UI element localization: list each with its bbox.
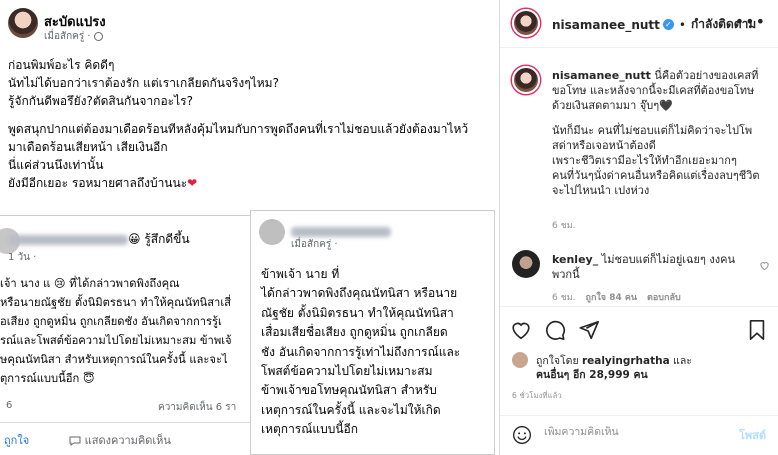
shot1-line: ษคุณนัทนิสา สำหรับเหตุการณ์ในครั้งนี้ แล… — [0, 353, 228, 366]
fb-text-line: รู้จักกันดีพอรึยัง?ตัดสินกันจากอะไร? — [8, 94, 193, 108]
shot2-line: ได้กล่าวพาดพิงถึงคุณนัทนิสา หรือนาย — [261, 286, 458, 301]
liked-by-count: คนอื่นๆ อีก 28,999 คน — [536, 366, 648, 383]
others-count[interactable]: คนอื่นๆ อีก 28,999 คน — [536, 369, 648, 381]
apology-screenshot-2: เมื่อสักครู่ · ข้าพเจ้า นาย ที่ ได้กล่าว… — [250, 210, 495, 455]
shot2-line: เสื่อมเสียชื่อเสียง ถูกดูหมิ่น ถูกเกลียด — [261, 325, 448, 340]
caption-line: สด่าหรือเจอหน้าต้องดี — [552, 139, 656, 152]
globe-icon — [93, 32, 103, 41]
reply-button[interactable]: ตอบกลับ — [647, 290, 681, 304]
shot2-line: เหตุการณ์ในครั้งนี้ และจะไม่ให้เกิด — [261, 402, 441, 417]
comment-bubble-icon — [69, 436, 81, 446]
commenter-avatar[interactable] — [512, 250, 540, 278]
shot1-line: รณ์และโพสต์ข้อความไปโดยไม่เหมาะสม ข้าพเจ… — [0, 334, 232, 347]
comment-input[interactable] — [544, 426, 724, 438]
shot2-line: ข้าพเจ้าขอโทษคุณนัทนิสา สำหรับ — [261, 383, 437, 398]
shot2-text: ข้าพเจ้า นาย ที่ ได้กล่าวพาดพิงถึงคุณนัท… — [261, 265, 493, 440]
caption-line: ขอโทษ และหลังจากนี้จะมีเคสที่ต้องขอโทษ — [552, 84, 755, 97]
comment-like-icon[interactable] — [759, 260, 770, 274]
shot2-line: โพสต์ข้อความไปโดยไม่เหมาะสม — [261, 364, 433, 379]
shot1-reaction-count: 6 — [6, 400, 13, 411]
post-image: สะบัดแปรง เมื่อสักครู่ · ก่อนพิมพ์อะไร ค… — [0, 0, 500, 455]
shot1-line: หรือนายณัฐชัย ตั้งนิมิตรธนา ทำให้คุณนัทน… — [0, 296, 231, 309]
caption-line: จะไปไหนนำ เปงห่วง — [552, 184, 650, 197]
fb-text-line: ยังมีอีกเยอะ รอหมายศาลถึงบ้านนะ❤ — [8, 176, 198, 190]
shot2-line: ข้าพเจ้า นาย ที่ — [261, 267, 340, 281]
caption-line: คนที่วันๆนั่งด่าคนอื่นหรือคิดแต่เรื่องลบ… — [552, 169, 760, 182]
shot2-line: ณัฐชัย ตั้งนิมิตรธนา ทำให้คุณนัทนิสา — [261, 305, 454, 320]
add-comment-bar: โพสต์ — [500, 415, 778, 455]
shot2-line: เหตุการณ์แบบนี้อีก — [261, 422, 359, 437]
fb-text-line: พูดสนุกปากแต่ต้องมาเดือดร้อนทีหลังคุ้มไห… — [8, 122, 469, 136]
shot1-comment-count: ความคิดเห็น 6 รา — [158, 402, 237, 413]
shot2-time: เมื่อสักครู่ · — [291, 239, 338, 250]
shot1-line: เจ้า นาง แ 😢 ที่ได้กล่าวพาดพิงถึงคุณ — [0, 277, 180, 290]
caption-username[interactable]: nisamanee_nutt — [552, 69, 651, 82]
author-avatar[interactable] — [512, 9, 540, 37]
post-timestamp: 6 ชั่วโมงที่แล้ว — [512, 391, 562, 400]
author-line: nisamanee_nutt ✓ • กำลังติดตาม — [552, 15, 756, 34]
comment-line: kenley_ ไม่ชอบแต่ก็ไม่อยู่เฉยๆ งงคน — [552, 253, 736, 266]
commenter-username[interactable]: kenley_ — [552, 253, 598, 266]
caption-line: เพราะชีวิตเรามีอะไรให้ทำอีกเยอะมากๆ — [552, 154, 737, 167]
caption-text: nisamanee_nutt นี่คือตัวอย่างของเคสที่ ข… — [552, 68, 778, 198]
caption-time: 6 ชม. — [552, 221, 576, 231]
post-comment-button[interactable]: โพสต์ — [739, 426, 766, 444]
comment-likes[interactable]: ถูกใจ 84 คน — [586, 290, 638, 304]
liker-avatar[interactable] — [512, 352, 528, 368]
blurred-name: 😀 รู้สึกดีขึ้น — [8, 230, 190, 249]
post-actions — [500, 306, 778, 350]
separator-dot: • — [678, 17, 686, 32]
heart-icon: ❤ — [187, 176, 198, 190]
caption-avatar[interactable] — [512, 66, 540, 94]
shot1-like-label: ถูกใจ — [4, 433, 30, 447]
facebook-post-screenshot: สะบัดแปรง เมื่อสักครู่ · ก่อนพิมพ์อะไร ค… — [0, 0, 499, 455]
fb-avatar — [8, 8, 38, 38]
caption-line: นัทก็มีนะ คนที่ไม่ชอบแต่ก็ไม่คิดว่าจะไปโ… — [552, 124, 753, 137]
more-options-icon[interactable]: ••• — [735, 12, 766, 31]
post-header: nisamanee_nutt ✓ • กำลังติดตาม ••• — [500, 0, 778, 48]
post-detail-panel: nisamanee_nutt ✓ • กำลังติดตาม ••• nisam… — [500, 0, 778, 455]
shot1-text: เจ้า นาง แ 😢 ที่ได้กล่าวพาดพิงถึงคุณ หรื… — [0, 274, 252, 388]
shot1-comment-label: แสดงความคิดเห็น — [69, 431, 171, 449]
fb-text-line: นัทไม่ได้บอกว่าเราต้องรัก แต่เราเกลียดกั… — [8, 76, 279, 90]
comment-text: kenley_ ไม่ชอบแต่ก็ไม่อยู่เฉยๆ งงคน พวกน… — [552, 252, 764, 282]
fb-text-line: นี่แค่ส่วนนึงเท่านั้น — [8, 158, 104, 172]
fb-text-line: ก่อนพิมพ์อะไร คิดดีๆ — [8, 58, 115, 72]
emoji-icon[interactable] — [512, 425, 532, 445]
fb-text-line: มาเดือดร้อนเสียหน้า เสียเงินอีก — [8, 140, 168, 154]
shot2-line: ชัง อันเกิดจากการรู้เท่าไม่ถึงการณ์และ — [261, 344, 461, 359]
shot1-time: 1 วัน · — [8, 252, 37, 263]
fb-post-time: เมื่อสักครู่ · — [44, 29, 103, 44]
save-bookmark-icon[interactable] — [746, 319, 768, 341]
like-heart-icon[interactable] — [510, 319, 532, 341]
verified-badge-icon: ✓ — [662, 19, 674, 30]
comment-time: 6 ชม. — [552, 293, 576, 303]
shot1-actions: ถูกใจ แสดงความคิดเห็น — [0, 422, 252, 455]
comment-icon[interactable] — [544, 319, 566, 341]
caption-line: ด้วยเงินสดตามมา จุ๊บๆ🖤 — [552, 99, 673, 112]
author-username[interactable]: nisamanee_nutt — [552, 18, 660, 32]
comment-meta: 6 ชม. ถูกใจ 84 คน ตอบกลับ — [552, 290, 681, 304]
blurred-text — [8, 234, 128, 245]
shot1-line: ตุการณ์แบบนี้อีก 😇 — [0, 372, 95, 385]
blurred-avatar — [259, 219, 285, 245]
comment-line: พวกนี้ — [552, 268, 580, 281]
blurred-text — [291, 226, 391, 237]
caption-line: nisamanee_nutt นี่คือตัวอย่างของเคสที่ — [552, 69, 759, 82]
apology-screenshot-1: 😀 รู้สึกดีขึ้น 1 วัน · เจ้า นาง แ 😢 ที่ไ… — [0, 215, 252, 455]
fb-post-text: ก่อนพิมพ์อะไร คิดดีๆ นัทไม่ได้บอกว่าเราต… — [8, 56, 494, 192]
shot1-line: อเสียง ถูกดูหมิ่น ถูกเกลียดชัง อันเกิดจา… — [0, 315, 222, 328]
share-send-icon[interactable] — [578, 319, 600, 341]
